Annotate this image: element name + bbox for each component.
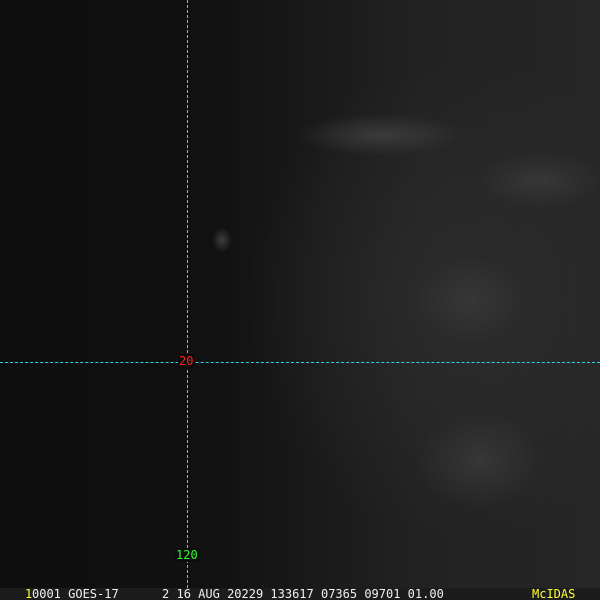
longitude-grid-line [187,0,188,588]
latitude-label: 20 [178,354,195,368]
latitude-grid-line [0,362,600,363]
status-bar: 1 0001 GOES-17 2 16 AUG 20229 133617 073… [0,588,600,600]
satellite-image-viewer: 20 120 1 0001 GOES-17 2 16 AUG 20229 133… [0,0,600,600]
satellite-imagery [0,0,600,588]
longitude-label: 120 [175,548,199,562]
mcidas-logo: McIDAS [532,587,576,600]
image-info: 0001 GOES-17 2 16 AUG 20229 133617 07365… [32,587,444,600]
